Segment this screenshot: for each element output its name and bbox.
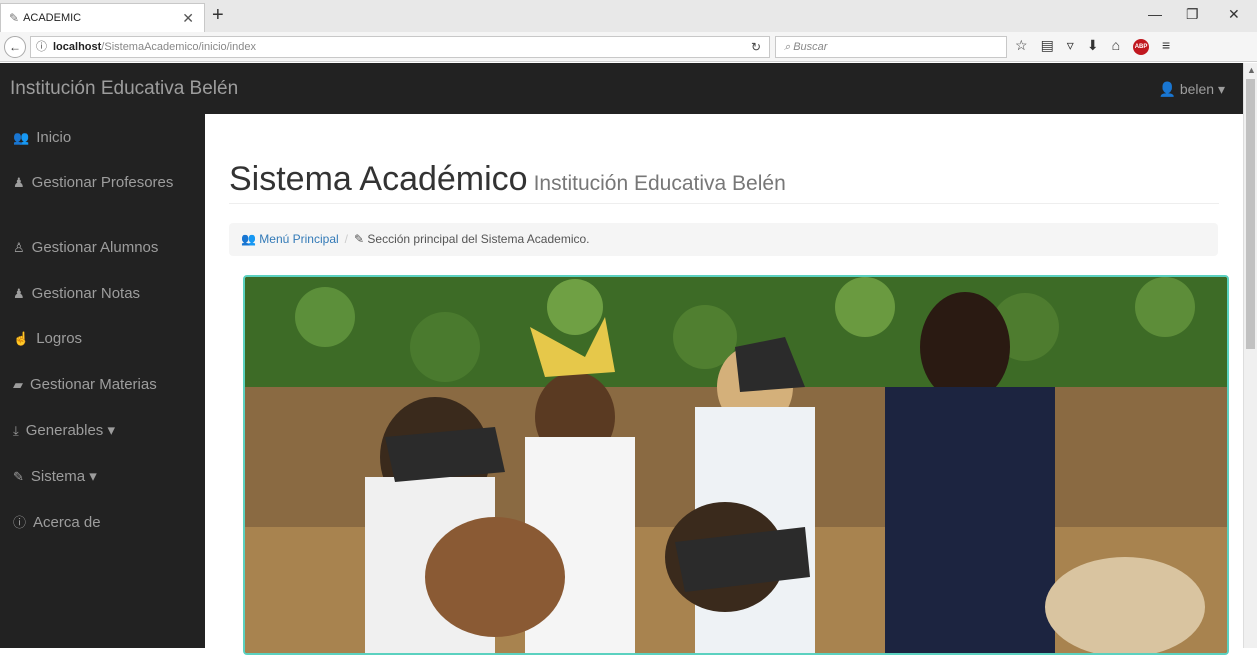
sidebar-item-label: Logros [36, 330, 83, 347]
book-icon: ▰ [13, 377, 23, 392]
search-placeholder: Buscar [793, 41, 828, 53]
sidebar-item-materias[interactable]: ▰ Gestionar Materias [13, 375, 157, 395]
caret-down-icon: ▾ [107, 422, 116, 439]
scroll-up-arrow-icon[interactable]: ▲ [1247, 65, 1256, 75]
close-tab-icon[interactable]: ✕ [182, 10, 194, 27]
search-icon: ⌕ [784, 41, 794, 53]
pencil-icon: ✎ [9, 11, 20, 25]
caret-down-icon: ▾ [89, 468, 97, 485]
info-icon: ⓘ [13, 515, 27, 530]
adblock-icon[interactable]: ABP [1133, 39, 1150, 55]
browser-nav-bar: ← ⓘ localhost/SistemaAcademico/inicio/in… [0, 32, 1257, 62]
url-path: /SistemaAcademico/inicio/index [101, 41, 256, 53]
url-host: localhost [53, 41, 102, 53]
sidebar-item-inicio[interactable]: 👥 Inicio [13, 128, 71, 148]
sidebar-item-label: Acerca de [33, 514, 101, 531]
sidebar-item-label: Inicio [36, 129, 72, 146]
brand-title[interactable]: Institución Educativa Belén [10, 78, 238, 100]
sidebar: 👥 Inicio ♟ Gestionar Profesores ♙ Gestionar… [0, 114, 205, 648]
page-scrollbar[interactable]: ▲ [1243, 63, 1257, 648]
users-icon: 👥 [13, 130, 30, 145]
reading-list-icon[interactable]: ▤ [1041, 37, 1054, 55]
main-photo [243, 275, 1229, 655]
children-photo-image [245, 277, 1227, 653]
sidebar-item-generables[interactable]: ⤓ Generables ▾ [13, 421, 115, 441]
search-input[interactable]: ⌕ Buscar [775, 36, 1007, 58]
sidebar-item-label: Gestionar Profesores [31, 174, 174, 191]
sidebar-item-notas[interactable]: ♟ Gestionar Notas [13, 284, 140, 304]
breadcrumb-separator: / [344, 232, 348, 246]
user-name: belen [1179, 81, 1215, 97]
edit-icon: ✎ [13, 469, 24, 484]
sidebar-item-acerca[interactable]: ⓘ Acerca de [13, 513, 101, 533]
url-bar[interactable]: ⓘ localhost/SistemaAcademico/inicio/inde… [30, 36, 770, 58]
sidebar-item-label: Gestionar Notas [31, 285, 141, 302]
browser-tab-bar: ✎ ACADEMIC ✕ + — ❐ ✕ [0, 0, 1257, 32]
info-icon[interactable]: ⓘ [36, 37, 47, 57]
toolbar-icons: ☆ ▤ ▿ ⬇ ⌂ ABP ≡ [1015, 37, 1170, 55]
close-window-icon[interactable]: ✕ [1228, 6, 1240, 23]
download-icon[interactable]: ⬇ [1087, 37, 1099, 55]
restore-icon[interactable]: ❐ [1186, 6, 1199, 23]
app-header: Institución Educativa Belén 👤 belen ▾ [0, 63, 1243, 114]
download-icon: ⤓ [13, 423, 19, 438]
back-button[interactable]: ← [4, 36, 26, 58]
pocket-icon[interactable]: ▿ [1067, 37, 1074, 55]
breadcrumb-current: Sección principal del Sistema Academico. [367, 232, 590, 246]
browser-tab[interactable]: ✎ ACADEMIC ✕ [0, 3, 205, 32]
menu-icon[interactable]: ≡ [1162, 37, 1170, 55]
page-title-text: Sistema Académico [229, 160, 528, 198]
sidebar-item-label: Gestionar Alumnos [31, 239, 159, 256]
users-icon: 👥 [241, 232, 260, 246]
male-icon: ♟ [13, 286, 25, 301]
title-divider [229, 203, 1219, 204]
edit-icon: ✎ [354, 232, 368, 246]
sidebar-item-label: Gestionar Materias [30, 376, 157, 393]
bookmark-star-icon[interactable]: ☆ [1015, 37, 1028, 55]
sidebar-item-label: Sistema [30, 468, 86, 485]
user-menu[interactable]: 👤 belen ▾ [1158, 81, 1225, 98]
minimize-icon[interactable]: — [1148, 6, 1162, 22]
male-icon: ♟ [13, 175, 25, 190]
sidebar-item-sistema[interactable]: ✎ Sistema ▾ [13, 467, 97, 487]
tab-title: ACADEMIC [23, 12, 82, 24]
breadcrumb: 👥 Menú Principal / ✎ Sección principal del… [229, 223, 1218, 256]
scroll-thumb[interactable] [1246, 79, 1255, 349]
sidebar-item-profesores[interactable]: ♟ Gestionar Profesores [13, 173, 198, 193]
caret-down-icon: ▾ [1217, 81, 1225, 97]
reload-icon[interactable]: ↻ [751, 37, 761, 57]
sidebar-item-label: Generables [25, 422, 104, 439]
breadcrumb-home-link[interactable]: 👥 Menú Principal [241, 232, 339, 246]
page-subtitle: Institución Educativa Belén [533, 172, 786, 195]
home-icon[interactable]: ⌂ [1112, 37, 1120, 55]
sidebar-item-alumnos[interactable]: ♙ Gestionar Alumnos [13, 238, 158, 258]
user-icon: 👤 [1158, 81, 1176, 97]
child-icon: ♙ [13, 240, 25, 255]
page-title: Sistema Académico Institución Educativa B… [229, 160, 786, 199]
hand-icon: ☝ [13, 331, 30, 346]
sidebar-item-logros[interactable]: ☝ Logros [13, 329, 82, 349]
breadcrumb-link-label: Menú Principal [259, 232, 339, 246]
new-tab-button[interactable]: + [212, 5, 224, 25]
